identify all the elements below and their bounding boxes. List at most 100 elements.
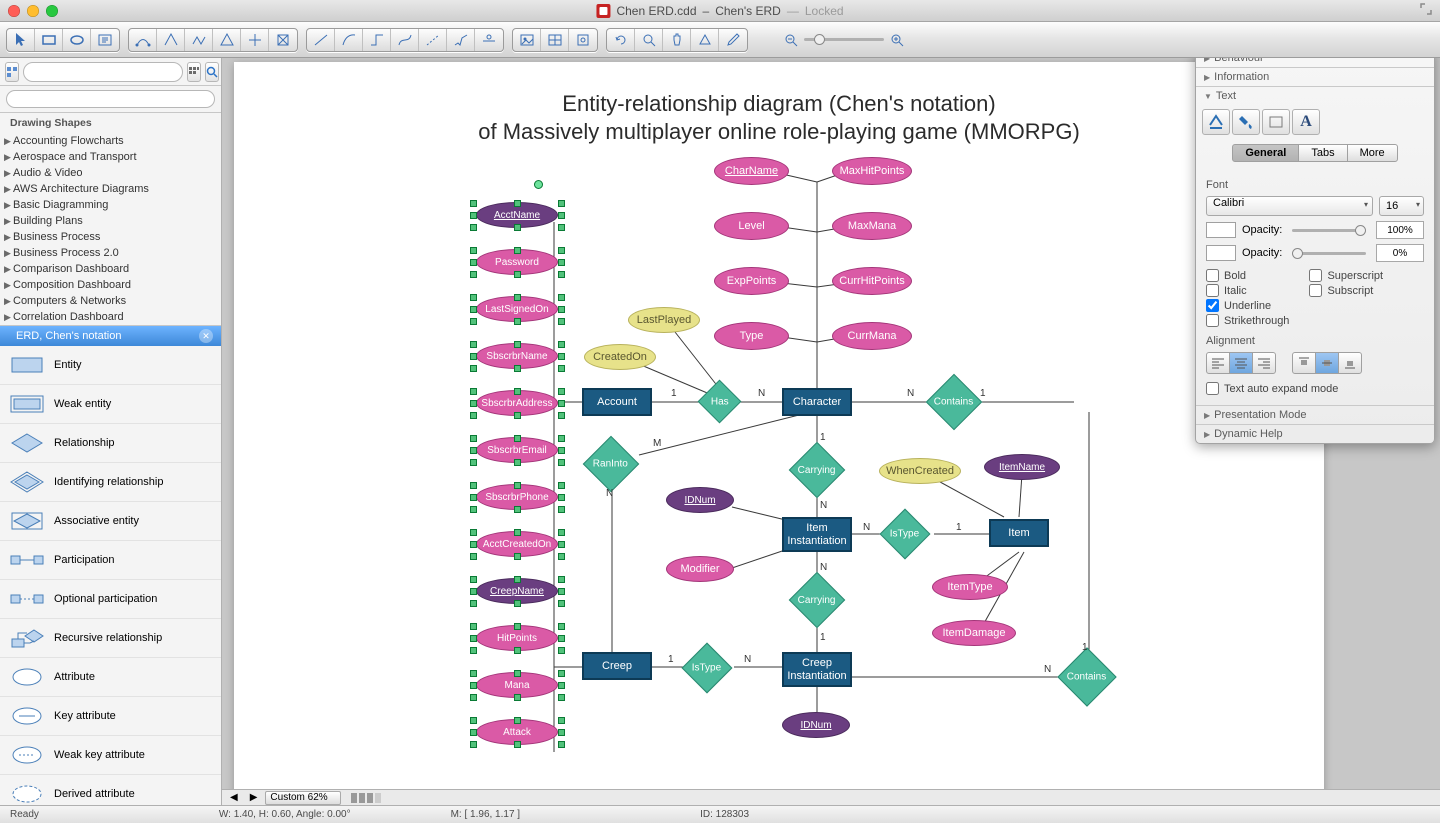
align-left[interactable] [1206,352,1230,374]
selection-handle[interactable] [470,694,477,701]
presentation-tool[interactable] [691,29,719,51]
selection-handle[interactable] [558,318,565,325]
selection-handle[interactable] [558,670,565,677]
shape-list[interactable]: Entity Weak entity Relationship Identify… [0,346,221,805]
text-bg-swatch[interactable] [1206,245,1236,261]
opacity-value-1[interactable]: 100% [1376,221,1424,239]
selection-handle[interactable] [470,447,477,454]
selection-handle[interactable] [470,306,477,313]
selection-handle[interactable] [558,576,565,583]
selection-handle[interactable] [514,623,521,630]
selected-attr-2[interactable]: LastSignedOn [470,294,564,324]
rel-raninto[interactable]: RanInto [583,436,640,493]
page-tab[interactable] [359,793,365,803]
attr-type[interactable]: Type [714,322,789,350]
opacity-slider-1[interactable] [1292,229,1366,232]
text-fill-icon[interactable] [1202,109,1230,135]
category-item[interactable]: ▶Correlation Dashboard [0,309,221,325]
category-item[interactable]: ▶Computers & Networks [0,293,221,309]
panel-information[interactable]: ▶Information [1196,68,1434,86]
minimize-window-button[interactable] [27,5,39,17]
selection-handle[interactable] [558,435,565,442]
rel-contains-1[interactable]: Contains [926,374,983,431]
selection-handle[interactable] [514,576,521,583]
zoom-window-button[interactable] [46,5,58,17]
selection-handle[interactable] [558,294,565,301]
selection-handle[interactable] [558,635,565,642]
filter-input[interactable] [6,90,215,108]
selection-handle[interactable] [558,729,565,736]
eyedropper-tool[interactable] [719,29,747,51]
page-nav-icon[interactable]: ▶ [246,792,262,803]
selection-handle[interactable] [514,224,521,231]
selection-handle[interactable] [514,388,521,395]
rel-istype-1[interactable]: IsType [880,509,931,560]
selection-handle[interactable] [514,506,521,513]
selection-handle[interactable] [558,388,565,395]
selection-handle[interactable] [470,388,477,395]
attr-itemname[interactable]: ItemName [984,454,1060,480]
selection-handle[interactable] [470,224,477,231]
selection-handle[interactable] [558,694,565,701]
align-middle-v[interactable] [1315,352,1339,374]
rect-tool[interactable] [35,29,63,51]
opacity-value-2[interactable]: 0% [1376,244,1424,262]
attr-lastplayed[interactable]: LastPlayed [628,307,700,333]
library-search-input[interactable] [23,62,183,82]
selection-handle[interactable] [470,529,477,536]
page-tab[interactable] [351,793,357,803]
selection-handle[interactable] [514,271,521,278]
selection-handle[interactable] [514,341,521,348]
selection-handle[interactable] [558,200,565,207]
attr-whencreated[interactable]: WhenCreated [879,458,961,484]
entity-creep-instantiation[interactable]: Creep Instantiation [782,652,852,687]
category-item[interactable]: ▶Business Process [0,229,221,245]
selection-handle[interactable] [558,682,565,689]
attr-exppoints[interactable]: ExpPoints [714,267,789,295]
format-panel[interactable]: ▶Behaviour ▶Information ▼Text A General … [1195,58,1435,444]
selection-handle[interactable] [558,306,565,313]
align-top[interactable] [1292,352,1316,374]
selection-handle[interactable] [470,482,477,489]
line-tool-3[interactable] [363,29,391,51]
selection-handle[interactable] [558,459,565,466]
attr-currmana[interactable]: CurrMana [832,322,912,350]
selection-handle[interactable] [470,576,477,583]
selection-handle[interactable] [514,741,521,748]
rel-carrying-1[interactable]: Carrying [789,442,846,499]
selection-handle[interactable] [558,247,565,254]
text-tool[interactable] [91,29,119,51]
shape-weak-key-attribute[interactable]: Weak key attribute [0,736,221,775]
selection-handle[interactable] [514,412,521,419]
panel-text[interactable]: ▼Text [1196,87,1434,105]
entity-account[interactable]: Account [582,388,652,416]
selection-handle[interactable] [470,259,477,266]
selected-attr-10[interactable]: Mana [470,670,564,700]
selection-handle[interactable] [470,494,477,501]
rotate-handle[interactable] [534,180,543,189]
panel-behaviour[interactable]: ▶Behaviour [1196,58,1434,67]
superscript-checkbox[interactable]: Superscript [1309,269,1383,282]
grid-view-icon[interactable] [187,62,201,82]
selection-handle[interactable] [558,717,565,724]
zoom-in-icon[interactable] [890,33,904,47]
fullscreen-icon[interactable] [1420,3,1432,18]
selection-handle[interactable] [470,353,477,360]
attr-createdon[interactable]: CreatedOn [584,344,656,370]
zoom-slider[interactable] [784,33,904,47]
selection-handle[interactable] [514,318,521,325]
selection-handle[interactable] [558,623,565,630]
shape-entity[interactable]: Entity [0,346,221,385]
selected-attr-11[interactable]: Attack [470,717,564,747]
category-item[interactable]: ▶Composition Dashboard [0,277,221,293]
insert-clip-tool[interactable] [569,29,597,51]
line-tool-4[interactable] [391,29,419,51]
category-item[interactable]: ▶Basic Diagramming [0,197,221,213]
selection-handle[interactable] [514,600,521,607]
selection-handle[interactable] [514,435,521,442]
shape-derived-attribute[interactable]: Derived attribute [0,775,221,805]
selection-handle[interactable] [470,600,477,607]
selection-handle[interactable] [470,212,477,219]
selection-handle[interactable] [470,341,477,348]
rel-has[interactable]: Has [698,380,742,424]
